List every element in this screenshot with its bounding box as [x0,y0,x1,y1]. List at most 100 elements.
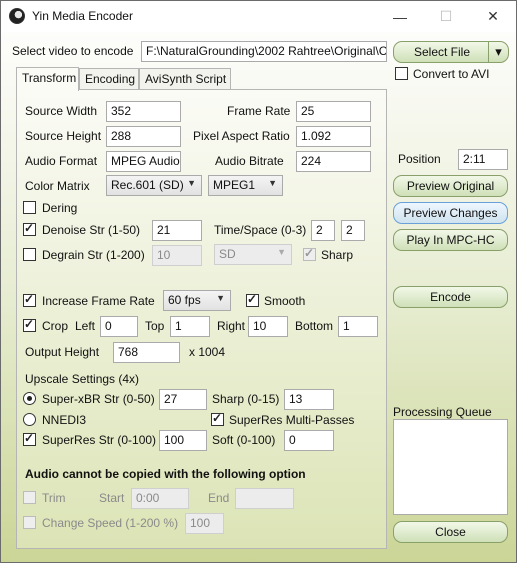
mpeg-type-select[interactable]: MPEG1 ▼ [208,175,283,196]
close-button[interactable]: Close [393,521,508,543]
superres-str-checkbox[interactable] [23,431,36,446]
chevron-down-icon: ▼ [216,293,225,303]
dropdown-arrow-icon[interactable]: ▾ [488,42,508,62]
color-matrix-label: Color Matrix [25,179,90,193]
time-space-label: Time/Space (0-3) [214,223,307,237]
sharp-015-input[interactable]: 13 [284,389,334,410]
denoise-input[interactable]: 21 [152,220,202,241]
encode-button[interactable]: Encode [393,286,508,308]
nnedi3-label: NNEDI3 [42,413,87,427]
mpeg-type-value: MPEG1 [213,178,256,192]
degrain-checkbox[interactable] [23,248,36,261]
pixel-aspect-ratio-input[interactable]: 1.092 [296,126,371,147]
crop-left-input[interactable]: 0 [100,316,138,337]
processing-queue-label: Processing Queue [393,405,492,419]
soft-input[interactable]: 0 [284,430,334,451]
start-input[interactable]: 0:00 [131,488,189,509]
audio-format-label: Audio Format [25,154,98,168]
select-file-button[interactable]: Select File ▾ [393,41,509,63]
output-width-text: x 1004 [189,345,226,359]
yin-yang-app-icon [9,8,25,24]
denoise-label: Denoise Str (1-50) [42,223,141,237]
smooth-checkbox[interactable] [246,292,259,307]
tab-avisynth-script[interactable]: AviSynth Script [139,68,231,90]
crop-bottom-label: Bottom [295,319,334,333]
superres-multi-label: SuperRes Multi-Passes [229,413,355,427]
title-bar: Yin Media Encoder — ☐ ✕ [1,1,516,32]
source-width-input[interactable]: 352 [106,101,181,122]
soft-label: Soft (0-100) [212,433,276,447]
superxbr-input[interactable]: 27 [159,389,207,410]
superxbr-radio[interactable] [23,392,36,405]
audio-bitrate-input[interactable]: 224 [296,151,371,172]
convert-avi-checkbox[interactable] [395,67,408,80]
superres-str-label: SuperRes Str (0-100) [42,433,157,447]
source-width-label: Source Width [25,104,98,118]
file-path-input[interactable]: F:\NaturalGrounding\2002 Rahtree\Origina… [141,41,387,62]
superres-str-input[interactable]: 100 [159,430,207,451]
sharp-checkbox[interactable] [303,246,316,261]
select-file-label: Select File [413,45,471,59]
output-height-label: Output Height [25,345,100,359]
pixel-aspect-ratio-label: Pixel Aspect Ratio [193,129,290,143]
crop-bottom-input[interactable]: 1 [338,316,378,337]
audio-bitrate-label: Audio Bitrate [215,154,284,168]
frame-rate-label: Frame Rate [227,104,291,118]
trim-label: Trim [42,491,66,505]
main-window: Yin Media Encoder — ☐ ✕ Select video to … [0,0,517,563]
crop-left-label: Left [75,319,96,333]
change-speed-label: Change Speed (1-200 %) [42,516,179,530]
tab-encoding[interactable]: Encoding [79,68,139,90]
fps-select[interactable]: 60 fps ▼ [163,290,231,311]
increase-frame-rate-checkbox[interactable] [23,292,36,307]
position-label: Position [398,152,441,166]
select-video-label: Select video to encode [12,44,134,58]
change-speed-input[interactable]: 100 [185,513,224,534]
smooth-label: Smooth [264,294,306,308]
minimize-button[interactable]: — [377,1,423,32]
crop-right-label: Right [217,319,246,333]
color-matrix-value: Rec.601 (SD) [111,178,184,192]
chevron-down-icon: ▼ [268,178,277,188]
superres-multi-checkbox[interactable] [211,411,224,426]
crop-top-input[interactable]: 1 [170,316,210,337]
play-mpc-hc-button[interactable]: Play In MPC-HC [393,229,508,251]
audio-format-input[interactable]: MPEG Audio [106,151,181,172]
close-window-button[interactable]: ✕ [470,1,516,32]
trim-checkbox[interactable] [23,491,36,504]
end-input[interactable] [235,488,294,509]
audio-warning-text: Audio cannot be copied with the followin… [25,467,306,481]
dering-checkbox[interactable] [23,201,36,214]
window-title: Yin Media Encoder [32,9,133,23]
sharp-label: Sharp [321,248,354,262]
degrain-input[interactable]: 10 [152,245,202,266]
crop-label: Crop [42,319,69,333]
maximize-button[interactable]: ☐ [423,1,469,32]
fps-value: 60 fps [168,293,201,307]
preview-changes-button[interactable]: Preview Changes [393,202,508,224]
crop-right-input[interactable]: 10 [248,316,288,337]
time-input[interactable]: 2 [311,220,335,241]
degrain-mode-value: SD [219,247,236,261]
color-matrix-select[interactable]: Rec.601 (SD) ▼ [106,175,202,196]
space-input[interactable]: 2 [341,220,365,241]
source-height-label: Source Height [25,129,102,143]
denoise-checkbox[interactable] [23,221,36,236]
nnedi3-radio[interactable] [23,413,36,426]
frame-rate-input[interactable]: 25 [296,101,371,122]
crop-checkbox[interactable] [23,317,36,332]
end-label: End [208,491,230,505]
output-height-input[interactable]: 768 [113,342,180,363]
source-height-input[interactable]: 288 [106,126,181,147]
increase-frame-rate-label: Increase Frame Rate [42,294,155,308]
tab-transform[interactable]: Transform [16,67,79,91]
degrain-label: Degrain Str (1-200) [42,248,145,262]
change-speed-checkbox[interactable] [23,516,36,529]
processing-queue-list[interactable] [393,419,508,515]
dering-label: Dering [42,201,78,215]
degrain-mode-select[interactable]: SD ▼ [214,244,292,265]
position-input[interactable]: 2:11 [458,149,508,170]
crop-top-label: Top [145,319,165,333]
preview-original-button[interactable]: Preview Original [393,175,508,197]
superxbr-label: Super-xBR Str (0-50) [42,392,155,406]
